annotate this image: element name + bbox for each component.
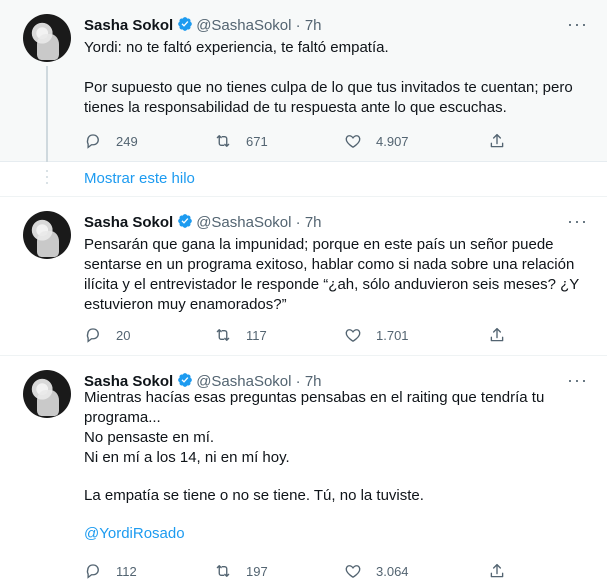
- tweet-2[interactable]: Sasha Sokol @SashaSokol · 7h ··· Pensarán…: [0, 196, 607, 356]
- tweet-header: Sasha Sokol @SashaSokol · 7h: [84, 16, 322, 35]
- like-button[interactable]: 1.701: [344, 325, 409, 345]
- mention-link[interactable]: @YordiRosado: [84, 524, 589, 544]
- retweet-count: 197: [246, 563, 268, 579]
- like-icon: [344, 326, 362, 344]
- share-icon: [488, 326, 506, 344]
- tweet-paragraph: Yordi: no te faltó experiencia, te faltó…: [84, 39, 389, 56]
- reply-count: 249: [116, 133, 138, 149]
- reply-icon: [84, 132, 102, 150]
- retweet-icon: [214, 326, 232, 344]
- tweet-paragraph: Pensarán que gana la impunidad; porque e…: [84, 236, 579, 313]
- share-button[interactable]: [488, 325, 520, 345]
- tweet-actions: 249 671 4.907: [84, 131, 504, 151]
- more-options-icon[interactable]: ···: [567, 14, 587, 34]
- tweet-paragraph: La empatía se tiene o no se tiene. Tú, n…: [84, 487, 424, 504]
- verified-badge-icon: [177, 372, 193, 388]
- like-count: 3.064: [376, 563, 409, 579]
- author-handle[interactable]: @SashaSokol: [196, 214, 291, 231]
- more-options-icon[interactable]: ···: [567, 370, 587, 390]
- reply-count: 112: [116, 563, 137, 579]
- tweet-line: Mientras hacías esas preguntas pensabas …: [84, 389, 545, 426]
- like-icon: [344, 132, 362, 150]
- avatar[interactable]: [23, 14, 71, 62]
- author-name[interactable]: Sasha Sokol: [84, 214, 173, 231]
- show-thread-link[interactable]: Mostrar este hilo: [84, 170, 195, 187]
- tweet-text: Yordi: no te faltó experiencia, te faltó…: [84, 38, 589, 118]
- like-count: 4.907: [376, 133, 409, 149]
- tweet-text: Mientras hacías esas preguntas pensabas …: [84, 388, 589, 544]
- avatar[interactable]: [23, 370, 71, 418]
- verified-badge-icon: [177, 16, 193, 32]
- thread-dots: [45, 170, 49, 192]
- like-button[interactable]: 4.907: [344, 131, 409, 151]
- tweet-time[interactable]: · 7h: [296, 17, 322, 34]
- retweet-button[interactable]: 671: [214, 131, 268, 151]
- retweet-icon: [214, 132, 232, 150]
- tweet-paragraph: Por supuesto que no tienes culpa de lo q…: [84, 79, 573, 116]
- retweet-icon: [214, 562, 232, 580]
- tweet-actions: 112 197 3.064: [84, 561, 504, 581]
- tweet-text: Pensarán que gana la impunidad; porque e…: [84, 235, 589, 315]
- share-button[interactable]: [488, 561, 520, 581]
- verified-badge-icon: [177, 213, 193, 229]
- reply-button[interactable]: 112: [84, 561, 137, 581]
- tweet-actions: 20 117 1.701: [84, 325, 504, 345]
- tweet-header: Sasha Sokol @SashaSokol · 7h: [84, 213, 322, 232]
- reply-button[interactable]: 249: [84, 131, 138, 151]
- tweet-3[interactable]: Sasha Sokol @SashaSokol · 7h ··· Mientras…: [0, 356, 607, 588]
- share-icon: [488, 562, 506, 580]
- reply-button[interactable]: 20: [84, 325, 130, 345]
- avatar[interactable]: [23, 211, 71, 259]
- retweet-count: 117: [246, 327, 267, 343]
- like-icon: [344, 562, 362, 580]
- share-button[interactable]: [488, 131, 520, 151]
- like-button[interactable]: 3.064: [344, 561, 409, 581]
- thread-connector-line: [46, 66, 48, 162]
- author-name[interactable]: Sasha Sokol: [84, 17, 173, 34]
- reply-icon: [84, 326, 102, 344]
- retweet-count: 671: [246, 133, 268, 149]
- share-icon: [488, 132, 506, 150]
- tweet-line: Ni en mí a los 14, ni en mí hoy.: [84, 449, 290, 466]
- reply-count: 20: [116, 327, 131, 343]
- tweet-time[interactable]: · 7h: [296, 214, 322, 231]
- like-count: 1.701: [376, 327, 409, 343]
- more-options-icon[interactable]: ···: [567, 211, 587, 231]
- retweet-button[interactable]: 117: [214, 325, 267, 345]
- tweet-1[interactable]: Sasha Sokol @SashaSokol · 7h ··· Yordi: n…: [0, 0, 607, 162]
- author-handle[interactable]: @SashaSokol: [196, 17, 291, 34]
- retweet-button[interactable]: 197: [214, 561, 268, 581]
- reply-icon: [84, 562, 102, 580]
- tweet-line: No pensaste en mí.: [84, 429, 215, 446]
